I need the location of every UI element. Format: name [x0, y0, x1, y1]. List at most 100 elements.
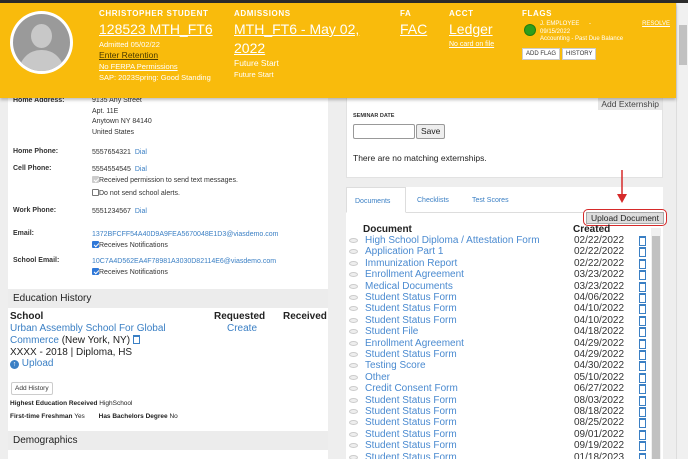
email-link[interactable]: 1372BFCFF54A40D9A9FEA5670048E1D3@viasdem…	[92, 231, 278, 238]
tab-documents[interactable]: Documents	[346, 187, 406, 213]
delete-trash-icon[interactable]	[639, 384, 646, 395]
view-eye-icon[interactable]	[349, 340, 358, 346]
delete-school-icon[interactable]	[132, 334, 140, 344]
delete-trash-icon[interactable]	[639, 395, 646, 406]
document-link[interactable]: Student Status Form	[365, 303, 457, 314]
document-link[interactable]: Other	[365, 372, 390, 383]
delete-trash-icon[interactable]	[639, 258, 646, 269]
col-created: Created	[573, 224, 611, 235]
document-link[interactable]: Student Status Form	[365, 292, 457, 303]
view-eye-icon[interactable]	[349, 352, 358, 357]
text-permission-checkbox[interactable]	[92, 175, 99, 183]
student-id-link[interactable]: 128523 MTH_FT6	[99, 20, 219, 39]
bachelors-label: Has Bachelors Degree	[98, 413, 168, 420]
document-link[interactable]: Student Status Form	[365, 349, 457, 360]
ledger-link[interactable]: Ledger	[449, 20, 499, 39]
add-flag-button[interactable]: ADD FLAG	[522, 48, 561, 60]
view-eye-icon[interactable]	[349, 420, 358, 426]
document-link[interactable]: Medical Documents	[365, 281, 453, 292]
view-eye-icon[interactable]	[349, 283, 358, 289]
page-scrollbar[interactable]	[676, 3, 688, 459]
delete-trash-icon[interactable]	[639, 350, 646, 360]
school-location: (New York, NY)	[61, 334, 131, 346]
create-request-link[interactable]: Create	[227, 323, 257, 335]
delete-trash-icon[interactable]	[639, 338, 646, 349]
delete-trash-icon[interactable]	[639, 247, 646, 258]
view-eye-icon[interactable]	[349, 249, 358, 255]
delete-trash-icon[interactable]	[639, 372, 646, 383]
view-eye-icon[interactable]	[349, 295, 358, 300]
document-link[interactable]: Immunization Report	[365, 258, 457, 269]
resolve-flag-link[interactable]: RESOLVE	[642, 21, 670, 29]
no-alerts-checkbox[interactable]	[92, 189, 99, 196]
admissions-link[interactable]: MTH_FT6 - May 02, 2022	[234, 20, 384, 58]
flag-history-button[interactable]: HISTORY	[562, 48, 597, 60]
document-link[interactable]: Student Status Form	[365, 440, 457, 451]
enter-retention-link[interactable]: Enter Retention	[99, 50, 219, 61]
document-link[interactable]: Application Part 1	[365, 246, 443, 257]
delete-trash-icon[interactable]	[639, 361, 646, 372]
school-email-link[interactable]: 10C7A4D562EA4F78981A3030D82114E6@viasdem…	[92, 258, 276, 265]
upload-icon[interactable]: ↑	[10, 360, 19, 370]
delete-trash-icon[interactable]	[639, 327, 646, 338]
document-link[interactable]: Enrollment Agreement	[365, 269, 464, 280]
delete-trash-icon[interactable]	[639, 429, 646, 440]
view-eye-icon[interactable]	[349, 317, 358, 323]
document-link[interactable]: Student File	[365, 326, 418, 337]
document-link[interactable]: Student Status Form	[365, 429, 457, 440]
view-eye-icon[interactable]	[349, 431, 358, 437]
delete-trash-icon[interactable]	[639, 281, 646, 292]
dial-cell-link[interactable]: Dial	[135, 166, 147, 173]
document-link[interactable]: Testing Score	[365, 360, 426, 371]
delete-trash-icon[interactable]	[639, 270, 646, 281]
document-date: 04/06/2022	[574, 292, 625, 303]
delete-trash-icon[interactable]	[639, 452, 646, 459]
dial-home-link[interactable]: Dial	[135, 149, 147, 156]
view-eye-icon[interactable]	[349, 363, 358, 369]
add-externship-button[interactable]: Add Externship	[598, 98, 662, 110]
add-history-button[interactable]: Add History	[11, 382, 53, 395]
view-eye-icon[interactable]	[349, 409, 358, 414]
view-eye-icon[interactable]	[349, 260, 358, 266]
view-eye-icon[interactable]	[349, 272, 358, 278]
school-email-notifications-checkbox[interactable]	[92, 267, 99, 275]
view-eye-icon[interactable]	[349, 374, 358, 380]
document-link[interactable]: Credit Consent Form	[365, 383, 458, 394]
seminar-date-input[interactable]	[353, 124, 415, 139]
tab-checklists[interactable]: Checklists	[409, 187, 457, 213]
document-link[interactable]: Enrollment Agreement	[365, 338, 464, 349]
view-eye-icon[interactable]	[349, 306, 358, 312]
document-link[interactable]: Student Status Form	[365, 315, 457, 326]
document-row: Testing Score 04/30/2022	[346, 360, 656, 372]
ferpa-link[interactable]: No FERPA Permissions	[99, 61, 219, 72]
view-eye-icon[interactable]	[349, 329, 358, 335]
delete-trash-icon[interactable]	[639, 236, 646, 246]
card-on-file-link[interactable]: No card on file	[449, 39, 499, 50]
email-notifications-checkbox[interactable]	[92, 240, 99, 248]
upload-document-button[interactable]: Upload Document	[586, 211, 664, 224]
tab-test-scores[interactable]: Test Scores	[464, 187, 517, 213]
document-link[interactable]: Student Status Form	[365, 417, 457, 428]
document-link[interactable]: Student Status Form	[365, 452, 457, 459]
document-link[interactable]: Student Status Form	[365, 395, 457, 406]
document-link[interactable]: High School Diploma / Attestation Form	[365, 235, 540, 246]
view-eye-icon[interactable]	[349, 443, 358, 449]
delete-trash-icon[interactable]	[639, 304, 646, 315]
upload-transcript-link[interactable]: Upload	[22, 358, 54, 369]
view-eye-icon[interactable]	[349, 238, 358, 243]
no-alerts-label: Do not send school alerts.	[99, 190, 180, 197]
view-eye-icon[interactable]	[349, 386, 358, 392]
dial-work-link[interactable]: Dial	[135, 208, 147, 215]
document-list-scrollbar[interactable]	[651, 228, 661, 459]
flags-column: FLAGS J. EMPLOYEE - RESOLVE 09/15/2022 A…	[522, 9, 670, 60]
delete-trash-icon[interactable]	[639, 418, 646, 429]
delete-trash-icon[interactable]	[639, 407, 646, 417]
delete-trash-icon[interactable]	[639, 441, 646, 452]
document-link[interactable]: Student Status Form	[365, 406, 457, 417]
delete-trash-icon[interactable]	[639, 315, 646, 326]
save-seminar-button[interactable]: Save	[416, 124, 446, 139]
delete-trash-icon[interactable]	[639, 293, 646, 303]
view-eye-icon[interactable]	[349, 397, 358, 403]
view-eye-icon[interactable]	[349, 454, 358, 459]
fa-link[interactable]: FAC	[400, 20, 427, 39]
